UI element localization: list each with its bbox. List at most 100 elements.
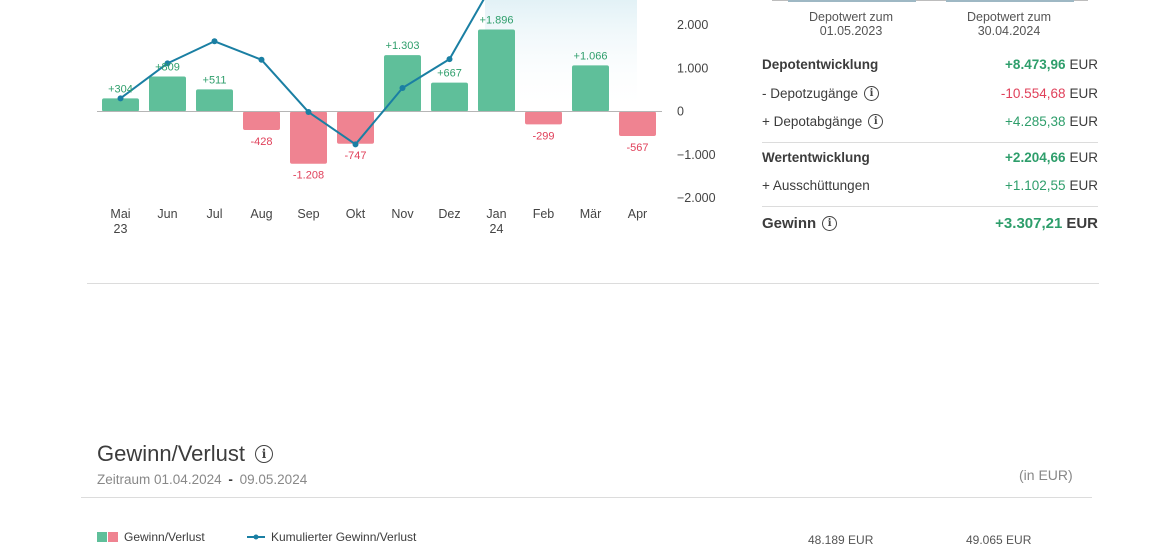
row-gewinn: Gewinn i +3.307,21 EUR bbox=[762, 215, 1098, 232]
info-icon[interactable]: i bbox=[822, 216, 838, 231]
info-icon[interactable]: i bbox=[868, 114, 884, 129]
y-tick-label: 2.000 bbox=[677, 18, 708, 32]
x-tick-label: Jul bbox=[207, 207, 223, 221]
bar-value-label: -428 bbox=[250, 136, 272, 148]
cumulative-point[interactable] bbox=[352, 141, 359, 148]
x-tick-label: Apr bbox=[628, 207, 647, 221]
row-unit: EUR bbox=[1069, 86, 1098, 101]
row-label: Depotentwicklung bbox=[762, 57, 879, 72]
x-tick-label: Sep bbox=[297, 207, 319, 221]
row-ausschuettungen: + Ausschüttungen +1.102,55 EUR bbox=[762, 178, 1098, 193]
legend-line-label: Kumulierter Gewinn/Verlust bbox=[271, 530, 417, 544]
y-tick-label: 0 bbox=[677, 105, 684, 119]
header-divider bbox=[81, 497, 1092, 498]
x-tick-label: Jan bbox=[486, 207, 506, 221]
x-tick-year: 24 bbox=[490, 222, 504, 236]
legend-line-swatch bbox=[247, 534, 265, 540]
legend-positive-swatch bbox=[97, 532, 107, 542]
end-bar bbox=[946, 0, 1074, 2]
y-tick-label: −2.000 bbox=[677, 191, 716, 205]
end-value-caption: Depotwert zum 30.04.2024 bbox=[934, 10, 1084, 38]
y-tick-label: 1.000 bbox=[677, 61, 708, 75]
x-tick-label: Dez bbox=[438, 207, 460, 221]
bar-value-label: -567 bbox=[626, 142, 648, 154]
bar[interactable] bbox=[196, 89, 233, 112]
row-unit: EUR bbox=[1069, 178, 1098, 193]
cumulative-point[interactable] bbox=[117, 95, 124, 102]
depot-summary-panel: Depotwert zum 01.05.2023 Depotwert zum 3… bbox=[760, 0, 1100, 260]
period-prefix: Zeitraum bbox=[97, 472, 151, 487]
chart-svg: +304 +809 +511 -428 -1.208 -747 +1.303 +667 +1.8… bbox=[97, 0, 716, 236]
bar-value-label: -1.208 bbox=[293, 170, 324, 182]
end-date: 30.04.2024 bbox=[977, 24, 1041, 38]
bottom-value-2: 49.065 EUR bbox=[966, 533, 1032, 547]
bar[interactable] bbox=[478, 29, 515, 112]
bar-value-label: +809 bbox=[155, 62, 180, 74]
x-tick-label: Aug bbox=[250, 207, 272, 221]
row-unit: EUR bbox=[1069, 150, 1098, 165]
x-tick-label: Feb bbox=[533, 207, 555, 221]
cumulative-point[interactable] bbox=[305, 109, 312, 116]
bar-value-label: -299 bbox=[532, 130, 554, 142]
row-depotentwicklung: Depotentwicklung +8.473,96 EUR bbox=[762, 57, 1098, 72]
row-label: Gewinn bbox=[762, 215, 817, 232]
start-date: 01.05.2023 bbox=[819, 24, 883, 38]
section-title-text: Gewinn/Verlust bbox=[97, 441, 245, 466]
row-label: - Depotzugänge bbox=[762, 86, 859, 101]
section-title: Gewinn/Verlust i bbox=[97, 441, 273, 467]
row-depotabgaenge: + Depotabgänge i +4.285,38 EUR bbox=[762, 114, 1098, 129]
bar-value-label: -747 bbox=[344, 150, 366, 162]
section-divider bbox=[87, 283, 1099, 284]
legend-bar[interactable]: Gewinn/Verlust bbox=[97, 530, 205, 544]
bar[interactable] bbox=[149, 76, 186, 112]
row-unit: EUR bbox=[1069, 114, 1098, 129]
cumulative-point[interactable] bbox=[446, 56, 453, 63]
row-value: +1.102,55 bbox=[1005, 178, 1066, 193]
period-from: 01.04.2024 bbox=[154, 472, 222, 487]
start-bar bbox=[788, 0, 916, 2]
monthly-gain-chart: +304 +809 +511 -428 -1.208 -747 +1.303 +667 +1.8… bbox=[0, 0, 740, 260]
cumulative-point[interactable] bbox=[258, 56, 265, 63]
unit-label: (in EUR) bbox=[1019, 467, 1073, 483]
cumulative-point[interactable] bbox=[211, 38, 218, 45]
y-tick-label: −1.000 bbox=[677, 148, 716, 162]
bar[interactable] bbox=[572, 65, 609, 112]
period-to: 09.05.2024 bbox=[239, 472, 308, 487]
row-label: Wertentwicklung bbox=[762, 150, 870, 165]
end-label: Depotwert zum bbox=[966, 10, 1052, 24]
row-value: +3.307,21 bbox=[995, 215, 1063, 232]
legend-negative-swatch bbox=[108, 532, 118, 542]
bar-value-label: +1.896 bbox=[480, 14, 514, 26]
legend-bar-label: Gewinn/Verlust bbox=[124, 530, 205, 544]
info-icon[interactable]: i bbox=[254, 445, 273, 463]
info-icon[interactable]: i bbox=[864, 86, 880, 101]
row-value: +2.204,66 bbox=[1005, 150, 1066, 165]
row-unit: EUR bbox=[1069, 57, 1098, 72]
start-label: Depotwert zum bbox=[808, 10, 894, 24]
row-value: -10.554,68 bbox=[1000, 86, 1066, 101]
bar-value-label: +304 bbox=[108, 83, 133, 95]
bar-value-label: +511 bbox=[203, 74, 227, 86]
bar[interactable] bbox=[243, 111, 280, 131]
legend-line[interactable]: Kumulierter Gewinn/Verlust bbox=[247, 530, 416, 544]
bar[interactable] bbox=[290, 111, 327, 164]
cumulative-point[interactable] bbox=[399, 84, 406, 91]
period-text: Zeitraum 01.04.2024 - 09.05.2024 bbox=[97, 472, 307, 487]
bar-value-label: +1.066 bbox=[574, 50, 608, 62]
row-value: +8.473,96 bbox=[1005, 57, 1066, 72]
row-label: + Ausschüttungen bbox=[762, 178, 870, 193]
x-tick-label: Jun bbox=[157, 207, 177, 221]
summary-divider bbox=[762, 206, 1098, 207]
row-unit: EUR bbox=[1066, 215, 1098, 232]
x-tick-label: Nov bbox=[391, 207, 414, 221]
x-tick-label: Mär bbox=[580, 207, 602, 221]
bar[interactable] bbox=[619, 111, 656, 137]
bottom-value-1: 48.189 EUR bbox=[808, 533, 874, 547]
bar[interactable] bbox=[431, 82, 468, 112]
bar-value-label: +1.303 bbox=[386, 40, 420, 52]
row-depotzugaenge: - Depotzugänge i -10.554,68 EUR bbox=[762, 86, 1098, 101]
row-label: + Depotabgänge bbox=[762, 114, 863, 129]
bar[interactable] bbox=[525, 111, 562, 125]
bar-value-label: +667 bbox=[437, 68, 462, 80]
summary-divider bbox=[762, 142, 1098, 143]
